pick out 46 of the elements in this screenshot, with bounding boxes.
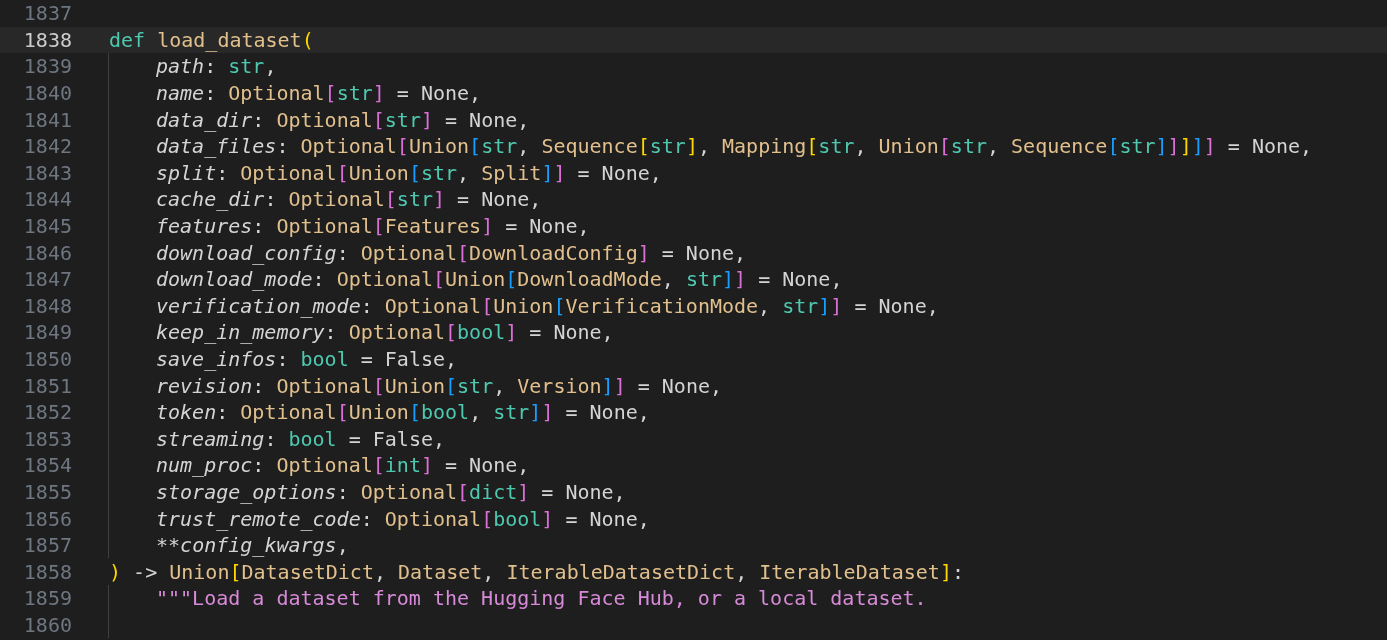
code-line: split: Optional[Union[str, Split]] = None, <box>108 159 662 187</box>
code-line: save_infos: bool = False, <box>108 345 458 373</box>
code-line: download_mode: Optional[Union[DownloadMode, str]] = None, <box>108 265 843 293</box>
line-number: 1841 <box>22 107 72 132</box>
code-line: token: Optional[Union[bool, str]] = None, <box>108 398 650 426</box>
line-number: 1857 <box>22 533 72 558</box>
code-line: name: Optional[str] = None, <box>108 79 482 107</box>
code-line: cache_dir: Optional[str] = None, <box>108 186 542 213</box>
line-number: 1856 <box>22 506 72 531</box>
code-line: download_config: Optional[DownloadConfig] = None, <box>108 239 747 266</box>
code-line: num_proc: Optional[int] = None, <box>108 452 530 479</box>
code-line: """Load a dataset from the Hugging Face Hub, or a local dataset. <box>108 585 927 612</box>
code-line: streaming: bool = False, <box>108 425 445 453</box>
code-line: path: str, <box>108 53 277 80</box>
line-number: 1855 <box>22 480 72 504</box>
code-line: keep_in_memory: Optional[bool] = None, <box>108 319 614 346</box>
line-number: 1845 <box>22 214 72 239</box>
line-number: 1858 <box>22 559 72 584</box>
line-number: 1843 <box>22 160 72 185</box>
line-number: 1847 <box>22 267 72 292</box>
code-line: data_files: Optional[Union[str, Sequence[str], Mapping[str, Union[str, Sequence[str]]]]] = None, <box>108 132 1313 160</box>
code-line: **config_kwargs, <box>108 531 349 559</box>
line-number: 1853 <box>22 426 72 451</box>
line-number: 1839 <box>22 54 72 79</box>
code-line: data_dir: Optional[str] = None, <box>108 106 530 133</box>
line-number: 1860 <box>22 612 72 637</box>
line-number: 1849 <box>22 320 72 345</box>
line-number: 1852 <box>22 400 72 425</box>
line-number: 1859 <box>22 586 72 611</box>
code-line: revision: Optional[Union[str, Version]] = None, <box>108 372 722 399</box>
line-number: 1854 <box>22 453 72 478</box>
line-number: 1844 <box>22 187 72 212</box>
line-number: 1851 <box>22 373 72 398</box>
line-number: 1848 <box>22 293 72 318</box>
line-number: 1842 <box>22 134 72 159</box>
code-line: ) -> Union[DatasetDict, Dataset, IterableDatasetDict, IterableDataset]: <box>108 558 964 586</box>
code-line: storage_options: Optional[dict] = None, <box>108 478 626 506</box>
line-number: 1837 <box>22 1 72 26</box>
code-line: def load_dataset( <box>108 26 314 54</box>
code-line: features: Optional[Features] = None, <box>108 212 590 240</box>
line-number: 1846 <box>22 240 72 265</box>
code-line: verification_mode: Optional[Union[VerificationMode, str]] = None, <box>108 292 939 320</box>
line-number: 1850 <box>22 347 72 371</box>
line-number: 1838 <box>22 27 72 52</box>
code-line: trust_remote_code: Optional[bool] = None, <box>108 505 650 532</box>
line-number: 1840 <box>22 81 72 106</box>
